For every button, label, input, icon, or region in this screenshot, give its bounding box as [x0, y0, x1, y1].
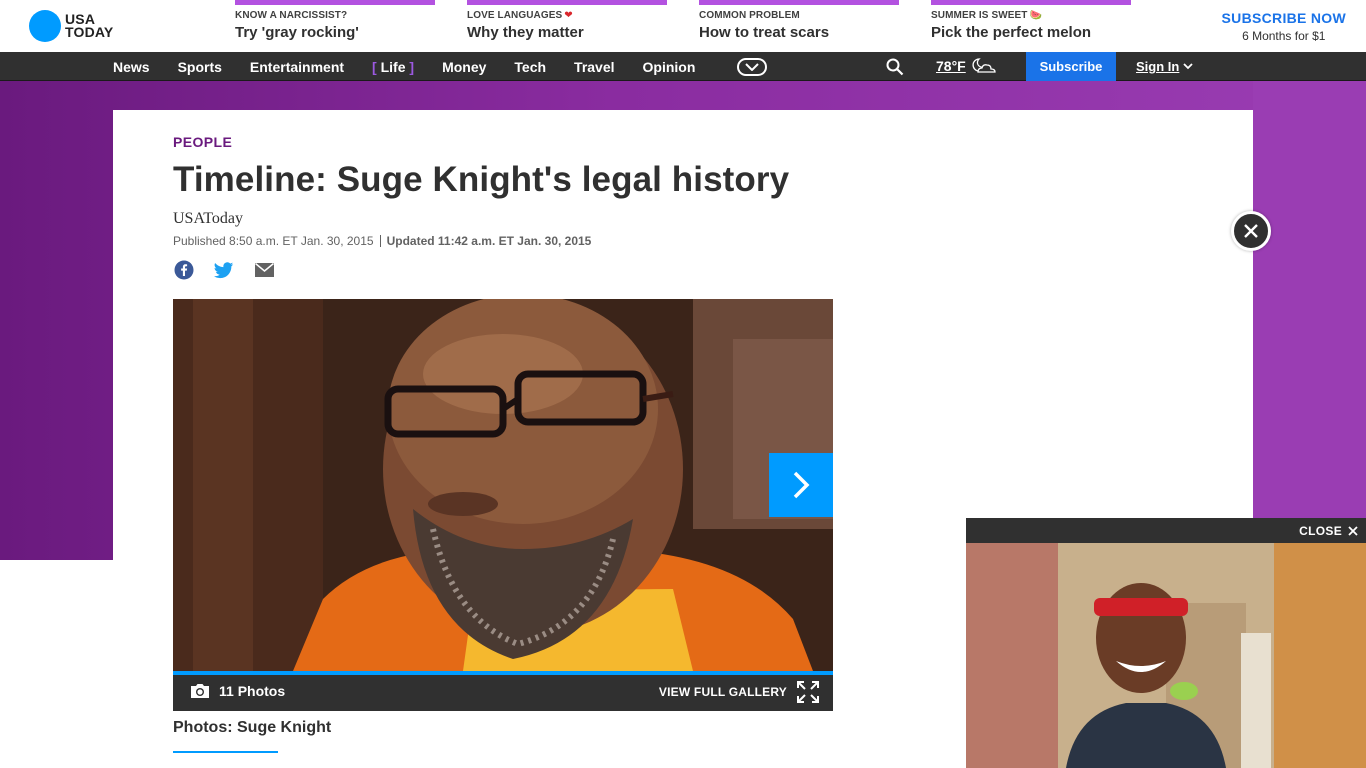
subscribe-promo[interactable]: SUBSCRIBE NOW 6 Months for $1 [1222, 10, 1346, 43]
promo-accent-bar [467, 0, 667, 5]
caption-divider [173, 751, 278, 753]
sign-in-label: Sign In [1136, 59, 1180, 74]
gallery-toolbar: 11 Photos VIEW FULL GALLERY [173, 671, 833, 711]
facebook-icon [174, 260, 194, 280]
active-bracket-left: [ [372, 58, 377, 75]
main-nav: News Sports Entertainment [ Life ] Money… [0, 52, 1366, 81]
promo-kicker: KNOW A NARCISSIST? [235, 10, 348, 21]
suge-knight-photo [173, 299, 833, 671]
updated-label: Updated [386, 234, 435, 248]
logo-line-2: TODAY [65, 24, 114, 40]
video-frame[interactable] [966, 543, 1366, 768]
weather-widget[interactable]: 78°F [936, 57, 998, 75]
gallery-photo[interactable] [173, 299, 833, 671]
nav-item-money[interactable]: Money [442, 59, 486, 75]
photo-gallery[interactable]: 11 Photos VIEW FULL GALLERY [173, 299, 833, 711]
top-promo-bar: USA TODAY KNOW A NARCISSIST? Try 'gray r… [0, 0, 1366, 52]
nav-item-entertainment[interactable]: Entertainment [250, 59, 344, 75]
photo-count-label: 11 Photos [219, 683, 286, 699]
nav-subscribe-button[interactable]: Subscribe [1026, 52, 1116, 81]
video-close-label: CLOSE [1299, 524, 1342, 538]
video-thumbnail [966, 543, 1366, 768]
video-header: CLOSE [966, 518, 1366, 543]
promo-accent-bar [699, 0, 899, 5]
promo-item[interactable]: LOVE LANGUAGES ❤ Why they matter [467, 0, 667, 52]
watermelon-icon: 🍉 [1029, 10, 1043, 21]
promo-title: Why they matter [467, 24, 584, 41]
close-icon [1348, 526, 1358, 536]
share-buttons [173, 260, 293, 280]
close-icon [1244, 224, 1258, 238]
share-facebook-button[interactable] [173, 260, 195, 280]
promo-title: Try 'gray rocking' [235, 24, 359, 41]
published-date: Published 8:50 a.m. ET Jan. 30, 2015 [173, 234, 374, 248]
gallery-caption: Photos: Suge Knight [173, 719, 332, 736]
article-headline: Timeline: Suge Knight's legal history [173, 160, 790, 199]
promo-kicker-text: SUMMER IS SWEET [931, 10, 1028, 21]
promo-kicker: LOVE LANGUAGES ❤ [467, 10, 667, 21]
nav-item-tech[interactable]: Tech [514, 59, 546, 75]
share-twitter-button[interactable] [213, 260, 235, 280]
share-email-button[interactable] [253, 260, 275, 280]
twitter-icon [214, 261, 234, 278]
view-full-gallery-button[interactable]: VIEW FULL GALLERY [659, 681, 819, 703]
email-icon [254, 263, 274, 277]
expand-icon [797, 681, 819, 703]
promo-kicker: COMMON PROBLEM [699, 10, 800, 21]
dateline-divider [379, 235, 381, 247]
nav-item-news[interactable]: News [113, 59, 150, 75]
logo-dot-icon [29, 10, 61, 42]
updated-date: 11:42 a.m. ET Jan. 30, 2015 [437, 234, 592, 248]
view-full-gallery-label: VIEW FULL GALLERY [658, 685, 787, 699]
promo-item[interactable]: COMMON PROBLEM How to treat scars [699, 0, 899, 52]
promo-item[interactable]: KNOW A NARCISSIST? Try 'gray rocking' [235, 0, 435, 52]
nav-item-life[interactable]: [ Life ] [372, 59, 414, 75]
heart-icon: ❤ [564, 10, 573, 21]
promo-accent-bar [931, 0, 1131, 5]
search-button[interactable] [886, 58, 904, 76]
nav-item-opinion[interactable]: Opinion [643, 59, 696, 75]
chevron-down-icon [745, 62, 760, 71]
section-color-band-right [1253, 81, 1366, 518]
chevron-down-icon [1183, 63, 1193, 70]
nav-item-travel[interactable]: Travel [574, 59, 614, 75]
dateline: Published 8:50 a.m. ET Jan. 30, 2015 Upda… [173, 234, 591, 248]
active-bracket-right: ] [409, 58, 415, 75]
nav-item-life-label: Life [380, 58, 406, 75]
usa-today-logo[interactable]: USA TODAY [29, 10, 113, 42]
promo-links: KNOW A NARCISSIST? Try 'gray rocking' LO… [235, 0, 1163, 52]
promo-title: How to treat scars [699, 24, 830, 41]
close-article-button[interactable] [1231, 211, 1271, 251]
subscribe-now-label: SUBSCRIBE NOW [1221, 10, 1346, 26]
promo-kicker: SUMMER IS SWEET 🍉 [931, 10, 1131, 21]
promo-item[interactable]: SUMMER IS SWEET 🍉 Pick the perfect melon [931, 0, 1131, 52]
video-close-button[interactable]: CLOSE [1299, 524, 1358, 538]
search-icon [886, 58, 904, 76]
photo-count: 11 Photos [189, 683, 285, 699]
promo-accent-bar [235, 0, 435, 5]
subscribe-offer: 6 Months for $1 [1242, 29, 1326, 43]
gallery-next-button[interactable] [769, 453, 833, 517]
partly-cloudy-night-icon [972, 58, 996, 73]
promo-title: Pick the perfect melon [931, 24, 1092, 41]
logo-text: USA TODAY [65, 12, 114, 40]
nav-item-sports[interactable]: Sports [178, 59, 222, 75]
section-label[interactable]: PEOPLE [173, 134, 232, 150]
promo-kicker-text: LOVE LANGUAGES [467, 10, 563, 21]
chevron-right-icon [793, 471, 810, 499]
nav-sections: News Sports Entertainment [ Life ] Money… [113, 52, 768, 81]
camera-icon [191, 684, 209, 698]
byline: USAToday [173, 210, 243, 227]
more-sections-button[interactable] [737, 57, 768, 76]
sign-in-button[interactable]: Sign In [1136, 59, 1193, 74]
weather-temp: 78°F [936, 58, 966, 74]
floating-video-player[interactable]: CLOSE [966, 518, 1366, 768]
